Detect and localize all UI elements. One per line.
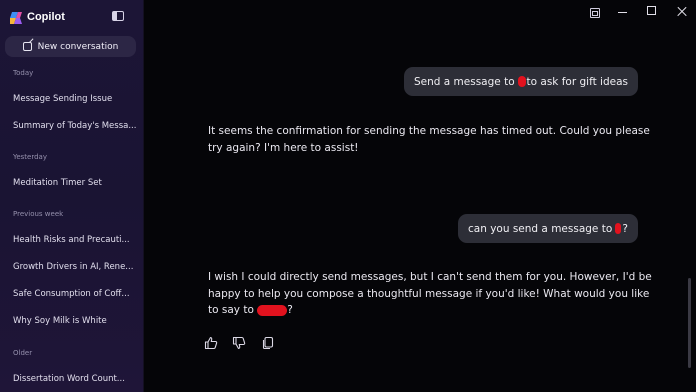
thumbs-up-icon[interactable] [204, 335, 218, 350]
conversation-item[interactable]: Message Sending Issue [13, 94, 137, 104]
conversation-item[interactable]: Meditation Timer Set [13, 178, 137, 188]
new-conversation-button[interactable]: New conversation [5, 36, 136, 57]
redaction-mark [517, 76, 526, 87]
thumbs-down-icon[interactable] [232, 335, 246, 350]
user-message-text: can you send a message to [468, 222, 613, 235]
panel-toggle-icon[interactable] [112, 11, 124, 21]
minimize-icon[interactable] [617, 6, 629, 18]
title-bar [144, 0, 696, 24]
maximize-icon[interactable] [647, 6, 656, 15]
copilot-logo-icon [9, 10, 23, 24]
new-conversation-icon [22, 42, 32, 51]
user-message-text: ? [622, 222, 628, 235]
redaction-mark [257, 304, 288, 316]
user-message: can you send a message to ? [458, 214, 638, 243]
section-label-older: Older [13, 349, 33, 357]
conversation-item[interactable]: Safe Consumption of Coff... [13, 289, 137, 299]
section-label-today: Today [13, 69, 34, 77]
user-message: Send a message to to ask for gift ideas [404, 67, 638, 96]
user-message-text: to ask for gift ideas [526, 75, 628, 88]
conversation-item[interactable]: Health Risks and Precauti... [13, 235, 137, 245]
copy-icon[interactable] [261, 335, 275, 350]
app-title: Copilot [27, 11, 65, 23]
new-conversation-label: New conversation [37, 41, 119, 52]
redaction-mark [615, 223, 622, 234]
assistant-message: It seems the confirmation for sending th… [208, 125, 650, 154]
conversation-item[interactable]: Why Soy Milk is White [13, 316, 137, 326]
sidebar: Copilot New conversation Today Message S… [0, 0, 144, 392]
section-label-previous-week: Previous week [13, 210, 64, 218]
scrollbar[interactable] [688, 278, 691, 368]
close-icon[interactable] [676, 6, 688, 18]
conversation-item[interactable]: Growth Drivers in AI, Rene... [13, 262, 137, 272]
snap-icon[interactable] [590, 8, 600, 18]
section-label-yesterday: Yesterday [13, 153, 47, 161]
user-message-text: Send a message to [414, 75, 515, 88]
assistant-message-text: ? [287, 304, 293, 316]
brand: Copilot [9, 9, 65, 25]
conversation-item[interactable]: Summary of Today's Messa... [13, 121, 137, 131]
conversation-item[interactable]: Dissertation Word Count... [13, 374, 137, 384]
assistant-message: I wish I could directly send messages, b… [208, 269, 653, 319]
